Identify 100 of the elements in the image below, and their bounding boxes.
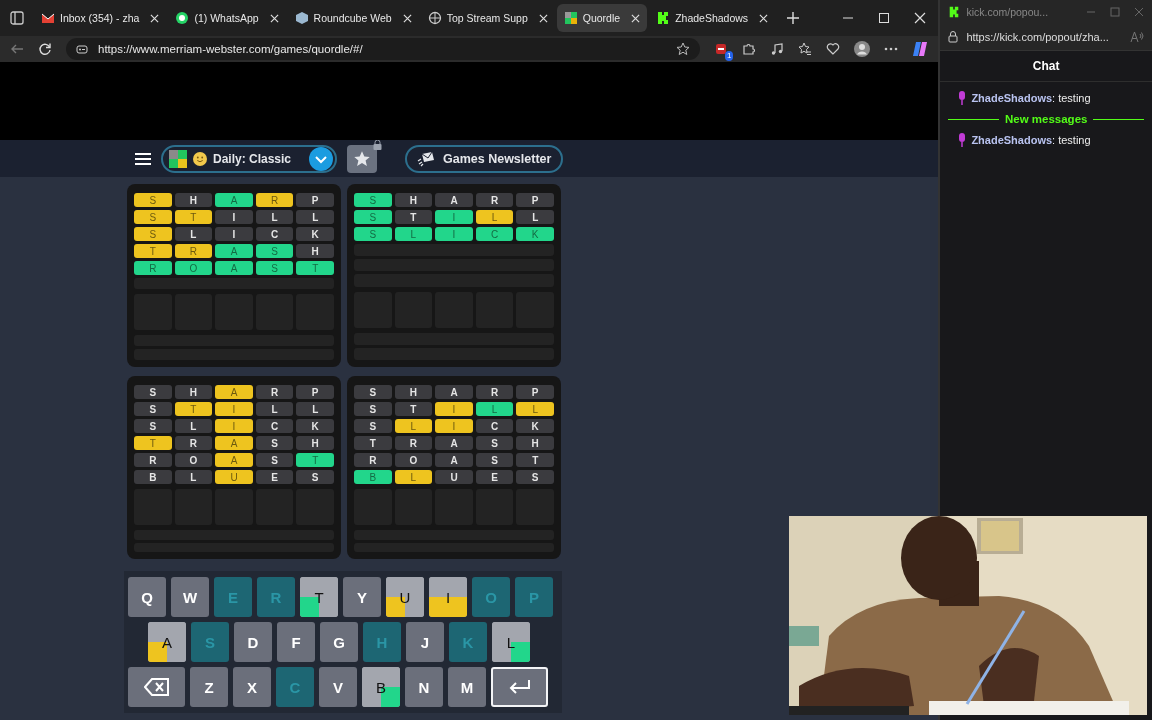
letter-tile: S bbox=[255, 436, 294, 450]
keyboard-key[interactable]: T bbox=[300, 577, 338, 617]
letter-tile: S bbox=[255, 261, 294, 275]
browser-tab[interactable]: Top Stream Supp bbox=[420, 4, 555, 32]
letter-tile: I bbox=[215, 419, 253, 433]
letter-tile: A bbox=[215, 453, 253, 467]
puzzle-icon[interactable] bbox=[742, 42, 757, 56]
browser-tab[interactable]: Inbox (354) - zha bbox=[34, 4, 167, 32]
letter-tile: L bbox=[516, 402, 554, 416]
keyboard-key[interactable]: X bbox=[233, 667, 271, 707]
letter-tile: L bbox=[174, 470, 213, 484]
letter-tile: H bbox=[296, 436, 334, 450]
more-icon[interactable] bbox=[884, 47, 899, 51]
browser-tab[interactable]: Roundcube Web bbox=[287, 4, 419, 32]
chat-message: ZhadeShadows: testing bbox=[971, 92, 1091, 104]
letter-tile: S bbox=[475, 436, 514, 450]
letter-tile: L bbox=[296, 210, 334, 224]
letter-tile: O bbox=[174, 261, 213, 275]
heart-icon[interactable] bbox=[826, 42, 841, 56]
letter-tile: S bbox=[354, 227, 392, 241]
backspace-key[interactable] bbox=[128, 667, 185, 707]
notification-badge: 1 bbox=[724, 51, 734, 61]
keyboard-key[interactable]: Q bbox=[128, 577, 166, 617]
letter-tile: A bbox=[435, 453, 473, 467]
read-aloud-icon[interactable] bbox=[1130, 31, 1144, 43]
envelope-icon bbox=[417, 150, 435, 167]
site-info-icon[interactable] bbox=[76, 43, 88, 55]
extension-icon[interactable] bbox=[714, 42, 729, 56]
letter-tile: S bbox=[354, 193, 392, 207]
keyboard-key[interactable]: G bbox=[320, 622, 358, 662]
keyboard-key[interactable]: U bbox=[386, 577, 424, 617]
letter-tile: R bbox=[134, 453, 172, 467]
letter-tile: R bbox=[174, 244, 213, 258]
favorites-icon[interactable] bbox=[798, 42, 813, 56]
keyboard-key[interactable]: B bbox=[362, 667, 400, 707]
copilot-icon[interactable] bbox=[912, 41, 929, 57]
letter-tile: L bbox=[255, 402, 294, 416]
letter-tile: E bbox=[475, 470, 514, 484]
letter-tile: P bbox=[516, 193, 554, 207]
letter-tile: S bbox=[475, 453, 514, 467]
keyboard-key[interactable]: W bbox=[171, 577, 209, 617]
keyboard-key[interactable]: L bbox=[492, 622, 530, 662]
browser-tab[interactable]: (1) WhatsApp bbox=[168, 4, 286, 32]
letter-tile: I bbox=[435, 402, 473, 416]
keyboard-key[interactable]: D bbox=[234, 622, 272, 662]
letter-tile: H bbox=[296, 244, 334, 258]
letter-tile: L bbox=[475, 210, 514, 224]
letter-tile: I bbox=[215, 210, 253, 224]
quordle-logo-icon bbox=[169, 149, 187, 168]
globe-icon bbox=[427, 11, 442, 25]
letter-tile: O bbox=[174, 453, 213, 467]
keyboard-key[interactable]: F bbox=[277, 622, 315, 662]
enter-key[interactable] bbox=[491, 667, 548, 707]
tab-actions-icon[interactable] bbox=[10, 11, 24, 25]
newsletter-button[interactable]: Games Newsletter bbox=[405, 144, 564, 173]
letter-tile: T bbox=[296, 261, 334, 275]
new-messages-divider: New messages bbox=[1004, 113, 1088, 125]
music-note-icon[interactable] bbox=[770, 42, 785, 56]
keyboard-key[interactable]: I bbox=[429, 577, 467, 617]
chevron-down-icon[interactable] bbox=[309, 146, 333, 171]
keyboard-key[interactable]: A bbox=[148, 622, 186, 662]
browser-tab[interactable]: Quordle bbox=[556, 4, 648, 32]
letter-tile: T bbox=[134, 244, 172, 258]
keyboard-key[interactable]: V bbox=[319, 667, 357, 707]
mode-selector[interactable]: Daily: Classic bbox=[161, 144, 337, 173]
letter-tile: I bbox=[435, 419, 473, 433]
keyboard-key[interactable]: Y bbox=[343, 577, 381, 617]
address-bar[interactable]: https://www.merriam-webster.com/games/quordle/#/ bbox=[66, 38, 701, 60]
keyboard-key[interactable]: M bbox=[448, 667, 486, 707]
browser-tab[interactable]: ZhadeShadows bbox=[649, 4, 776, 32]
letter-tile: R bbox=[394, 436, 433, 450]
favorite-star-icon[interactable] bbox=[676, 42, 691, 56]
kick-logo-icon bbox=[948, 6, 961, 18]
letter-tile: U bbox=[435, 470, 473, 484]
letter-tile: K bbox=[296, 227, 334, 241]
letter-tile: P bbox=[516, 385, 554, 399]
menu-icon[interactable] bbox=[135, 151, 151, 166]
favorite-button[interactable] bbox=[347, 144, 377, 173]
letter-tile: A bbox=[215, 261, 253, 275]
kick-logo-icon bbox=[656, 11, 671, 25]
letter-tile: S bbox=[134, 419, 172, 433]
new-tab-icon[interactable] bbox=[787, 12, 800, 24]
keyboard-key[interactable]: Z bbox=[190, 667, 228, 707]
letter-tile: H bbox=[394, 385, 433, 399]
back-arrow-icon[interactable] bbox=[10, 42, 24, 56]
keyboard-key[interactable]: J bbox=[406, 622, 444, 662]
letter-tile: I bbox=[435, 227, 473, 241]
letter-tile: L bbox=[394, 419, 433, 433]
enter-icon bbox=[507, 679, 532, 695]
keyboard-key[interactable]: N bbox=[405, 667, 443, 707]
letter-tile: L bbox=[174, 419, 213, 433]
letter-tile: L bbox=[516, 210, 554, 224]
letter-tile: R bbox=[255, 193, 294, 207]
letter-tile: E bbox=[255, 470, 294, 484]
reload-icon[interactable] bbox=[38, 42, 52, 56]
profile-avatar-icon[interactable] bbox=[854, 41, 871, 57]
letter-tile: T bbox=[354, 436, 392, 450]
letter-tile: O bbox=[394, 453, 433, 467]
letter-tile: S bbox=[354, 402, 392, 416]
letter-tile: K bbox=[516, 227, 554, 241]
